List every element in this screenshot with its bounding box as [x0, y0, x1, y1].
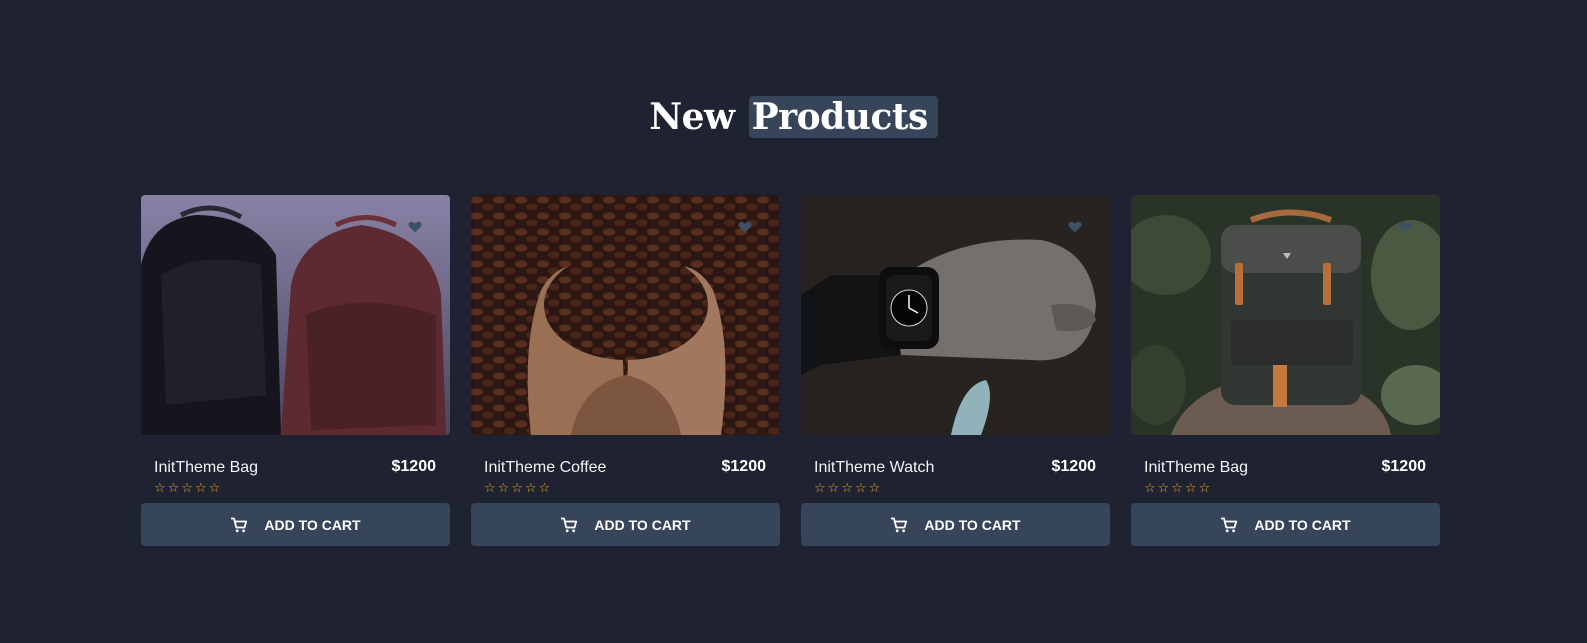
product-image[interactable] [141, 195, 450, 435]
add-to-cart-label: ADD TO CART [924, 516, 1021, 533]
section-title: New Products [0, 96, 1587, 138]
cart-icon [231, 517, 248, 532]
section-title-highlight: Products [748, 96, 938, 138]
heart-icon[interactable] [408, 221, 422, 233]
rating-stars: ☆☆☆☆☆ [814, 480, 883, 495]
add-to-cart-label: ADD TO CART [594, 516, 691, 533]
heart-icon[interactable] [1398, 221, 1412, 233]
product-grid: InitTheme Bag $1200 ☆☆☆☆☆ ADD TO CART In… [141, 195, 1441, 547]
green-backpack-photo [1131, 195, 1440, 435]
add-to-cart-button[interactable]: ADD TO CART [471, 503, 780, 546]
watch-photo [801, 195, 1110, 435]
rating-stars: ☆☆☆☆☆ [154, 480, 223, 495]
heart-icon[interactable] [738, 221, 752, 233]
product-card: InitTheme Coffee $1200 ☆☆☆☆☆ ADD TO CART [471, 195, 780, 547]
product-image[interactable] [471, 195, 780, 435]
cart-icon [1221, 517, 1238, 532]
add-to-cart-button[interactable]: ADD TO CART [1131, 503, 1440, 546]
product-name[interactable]: InitTheme Watch [814, 458, 934, 478]
section-title-plain: New [649, 96, 735, 138]
product-price: $1200 [1051, 458, 1097, 475]
product-name[interactable]: InitTheme Coffee [484, 458, 606, 478]
backpacks-photo [141, 195, 450, 435]
product-image[interactable] [1131, 195, 1440, 435]
product-price: $1200 [721, 458, 767, 475]
product-image[interactable] [801, 195, 1110, 435]
coffee-beans-photo [471, 195, 780, 435]
add-to-cart-label: ADD TO CART [1254, 516, 1351, 533]
add-to-cart-label: ADD TO CART [264, 516, 361, 533]
product-card: InitTheme Bag $1200 ☆☆☆☆☆ ADD TO CART [1131, 195, 1440, 547]
rating-stars: ☆☆☆☆☆ [484, 480, 553, 495]
product-name[interactable]: InitTheme Bag [1144, 458, 1248, 478]
cart-icon [891, 517, 908, 532]
heart-icon[interactable] [1068, 221, 1082, 233]
add-to-cart-button[interactable]: ADD TO CART [801, 503, 1110, 546]
add-to-cart-button[interactable]: ADD TO CART [141, 503, 450, 546]
product-card: InitTheme Watch $1200 ☆☆☆☆☆ ADD TO CART [801, 195, 1110, 547]
cart-icon [561, 517, 578, 532]
product-card: InitTheme Bag $1200 ☆☆☆☆☆ ADD TO CART [141, 195, 450, 547]
product-name[interactable]: InitTheme Bag [154, 458, 258, 478]
product-price: $1200 [1381, 458, 1427, 475]
rating-stars: ☆☆☆☆☆ [1144, 480, 1213, 495]
product-price: $1200 [391, 458, 437, 475]
